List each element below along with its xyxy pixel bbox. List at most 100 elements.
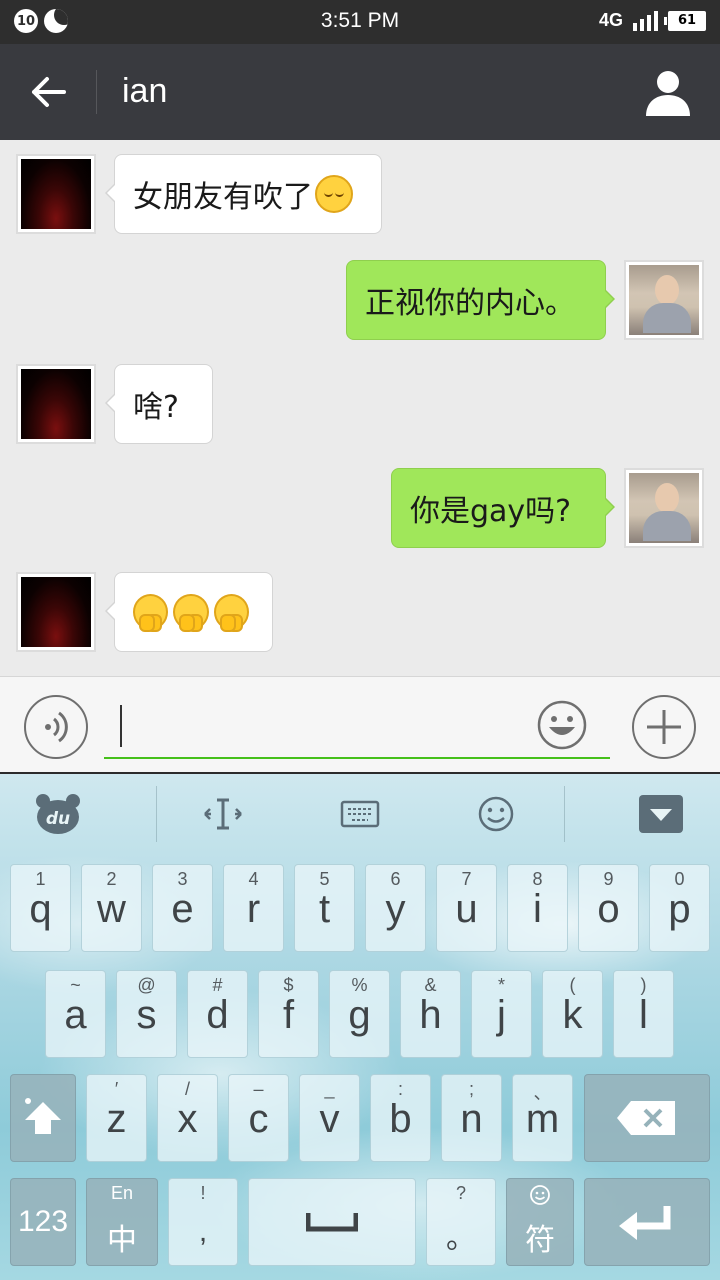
key-b[interactable]: :b (370, 1074, 431, 1162)
key-l[interactable]: ) l (613, 970, 674, 1058)
key-primary-label: a (64, 993, 87, 1037)
key-i[interactable]: 8i (507, 864, 568, 952)
key-z[interactable]: ′ z (86, 1074, 147, 1162)
key-a[interactable]: ~ a (45, 970, 106, 1058)
status-bar: 10 3:51 PM 4G 61 (0, 0, 720, 44)
key-primary-label: m (525, 1097, 560, 1141)
smiley-icon (478, 796, 514, 832)
chat-info-button[interactable] (642, 66, 694, 118)
message-text: 女朋友有吹了 (133, 180, 313, 215)
backspace-icon (617, 1101, 675, 1135)
key-primary-label: e (171, 887, 194, 931)
du-logo-icon: du (36, 794, 80, 834)
key-w[interactable]: 2w (81, 864, 142, 952)
contact-avatar[interactable] (16, 364, 96, 444)
cursor-move-button[interactable] (195, 786, 251, 842)
smiley-small-icon (530, 1185, 550, 1205)
message-bubble-incoming[interactable] (105, 572, 273, 652)
key-primary-label: u (455, 887, 478, 931)
backspace-key[interactable] (584, 1074, 710, 1162)
numbers-key[interactable]: 123 (10, 1178, 76, 1266)
hide-keyboard-button[interactable] (633, 786, 689, 842)
space-key[interactable] (248, 1178, 416, 1266)
text-caret (120, 705, 122, 747)
key-j[interactable]: * j (471, 970, 532, 1058)
key-f[interactable]: $ f (258, 970, 319, 1058)
chat-title: ian (122, 72, 168, 110)
emoji-button[interactable] (536, 699, 588, 751)
key-y[interactable]: 6y (365, 864, 426, 952)
message-bubble-incoming[interactable]: 啥? (105, 364, 213, 444)
key-primary-label: f (282, 993, 295, 1037)
toolbar-divider (156, 786, 157, 842)
cursor-move-icon (204, 798, 242, 830)
message-bubble-outgoing[interactable]: 你是gay吗? (391, 468, 615, 548)
back-button[interactable] (20, 64, 76, 120)
message-bubble-outgoing[interactable]: 正视你的内心。 (346, 260, 615, 340)
network-type: 4G (598, 10, 623, 30)
keyboard-switch-button[interactable] (332, 786, 388, 842)
signal-icon (633, 10, 658, 31)
key-v[interactable]: _ v (299, 1074, 360, 1162)
toolbar-divider (564, 786, 565, 842)
more-options-button[interactable] (632, 695, 696, 759)
key-primary-label: i (533, 887, 542, 931)
key-m[interactable]: 、 m (512, 1074, 573, 1162)
pensive-face-emoji-icon (315, 175, 353, 213)
voice-icon (45, 711, 68, 743)
key-t[interactable]: 5t (294, 864, 355, 952)
key-u[interactable]: 7u (436, 864, 497, 952)
symbols-key[interactable]: 符 (506, 1178, 574, 1266)
key-primary-label: h (419, 993, 442, 1037)
message-list[interactable]: 女朋友有吹了 正视你的内心。 啥? 你是gay吗? (0, 140, 720, 676)
key-p[interactable]: 0p (649, 864, 710, 952)
svg-text:du: du (46, 809, 70, 829)
my-avatar[interactable] (624, 468, 704, 548)
comma-key[interactable]: ! , (168, 1178, 238, 1266)
arrow-left-icon (32, 77, 66, 107)
key-primary-label: s (136, 993, 157, 1037)
key-r[interactable]: 4r (223, 864, 284, 952)
period-key[interactable]: ? 。 (426, 1178, 496, 1266)
key-primary-label: d (206, 993, 229, 1037)
key-primary-label: x (177, 1097, 198, 1141)
key-e[interactable]: 3e (152, 864, 213, 952)
message-input[interactable] (104, 701, 610, 759)
hugging-face-emoji-icon (173, 594, 209, 632)
language-switch-key[interactable]: En 中 (86, 1178, 158, 1266)
key-q[interactable]: 1q (10, 864, 71, 952)
my-avatar[interactable] (624, 260, 704, 340)
shift-key[interactable] (10, 1074, 76, 1162)
key-x[interactable]: / x (157, 1074, 218, 1162)
key-primary-label: c (248, 1097, 269, 1141)
key-c[interactable]: – c (228, 1074, 289, 1162)
key-g[interactable]: % g (329, 970, 390, 1058)
keyboard-logo-button[interactable]: du (30, 786, 86, 842)
key-d[interactable]: # d (187, 970, 248, 1058)
message-text: 正视你的内心。 (365, 286, 575, 321)
key-h[interactable]: & h (400, 970, 461, 1058)
key-primary-label: o (597, 887, 620, 931)
shift-arrow-icon (25, 1098, 61, 1134)
message-bubble-incoming[interactable]: 女朋友有吹了 (105, 154, 382, 234)
contact-avatar[interactable] (16, 572, 96, 652)
key-primary-label: v (319, 1097, 340, 1141)
soft-keyboard: du 1 q 2 w 3 e 4 r 5 t 6 y 7 u 8 i 9 o 0… (0, 774, 720, 1280)
key-k[interactable]: (k (542, 970, 603, 1058)
enter-key[interactable] (584, 1178, 710, 1266)
voice-input-button[interactable] (24, 695, 88, 759)
enter-icon (619, 1206, 671, 1240)
person-icon (646, 71, 690, 116)
keyboard-toolbar: du (0, 774, 720, 852)
key-s[interactable]: @ s (116, 970, 177, 1058)
smiley-icon (537, 700, 587, 750)
key-n[interactable]: ; n (441, 1074, 502, 1162)
key-primary-label: y (385, 887, 406, 931)
chat-header: ian (0, 44, 720, 140)
key-primary-label: r (246, 887, 261, 931)
key-primary-label: n (460, 1097, 483, 1141)
keyboard-emoji-button[interactable] (468, 786, 524, 842)
key-primary-label: q (29, 887, 52, 931)
key-o[interactable]: 9o (578, 864, 639, 952)
contact-avatar[interactable] (16, 154, 96, 234)
